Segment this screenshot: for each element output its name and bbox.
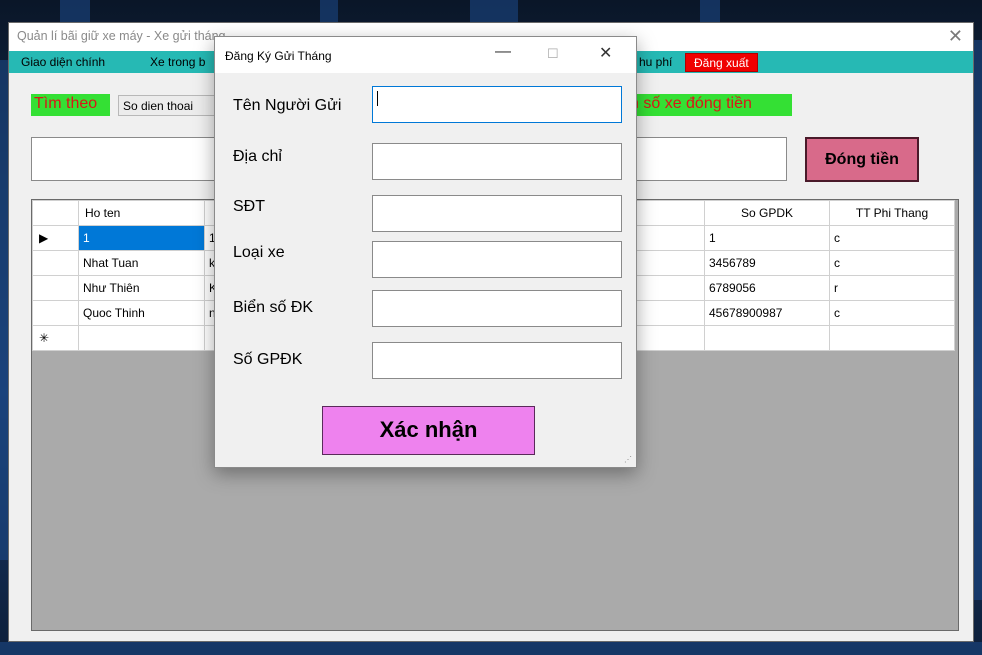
column-header-ttphithang[interactable]: TT Phi Thang <box>829 200 955 226</box>
table-cell[interactable]: Quoc Thinh <box>78 300 205 326</box>
text-caret <box>377 91 378 106</box>
table-cell[interactable]: c <box>829 225 955 251</box>
sender-name-label: Tên Người Gửi <box>233 97 342 114</box>
table-cell[interactable]: 6789056 <box>704 275 830 301</box>
paid-plates-label: n số xe đóng tiền <box>626 94 792 116</box>
table-cell[interactable]: c <box>829 250 955 276</box>
sender-name-input[interactable] <box>372 86 622 123</box>
table-cell[interactable]: 1 <box>704 225 830 251</box>
phone-label: SĐT <box>233 198 265 215</box>
row-selector[interactable] <box>32 250 79 276</box>
menu-item-parked[interactable]: Xe trong b <box>150 55 205 69</box>
plate-label: Biển số ĐK <box>233 299 314 316</box>
row-selector-icon[interactable]: ▶ <box>32 225 79 251</box>
row-selector[interactable] <box>32 300 79 326</box>
column-header-hoten[interactable]: Ho ten <box>78 200 205 226</box>
address-input[interactable] <box>372 143 622 180</box>
dialog-title-bar: Đăng Ký Gửi Tháng — ☐ ✕ <box>215 37 636 73</box>
confirm-button[interactable]: Xác nhận <box>322 406 535 455</box>
logout-button[interactable]: Đăng xuất <box>685 53 758 72</box>
main-close-icon[interactable]: ✕ <box>948 26 963 47</box>
column-header-sogpdk[interactable]: So GPDK <box>704 200 830 226</box>
close-icon[interactable]: ✕ <box>599 43 612 63</box>
pay-button[interactable]: Đóng tiền <box>805 137 919 182</box>
table-cell[interactable]: Như Thiên <box>78 275 205 301</box>
menu-item-main[interactable]: Giao diện chính <box>21 55 105 69</box>
resize-grip-icon[interactable]: ⋰ <box>624 455 632 464</box>
search-by-label: Tìm theo <box>31 94 110 116</box>
table-cell[interactable]: 45678900987 <box>704 300 830 326</box>
phone-input[interactable] <box>372 195 622 232</box>
search-field-select[interactable]: So dien thoai <box>118 95 218 116</box>
dialog-title: Đăng Ký Gửi Tháng <box>225 49 332 63</box>
table-cell[interactable] <box>78 325 205 351</box>
table-cell[interactable]: 1 <box>78 225 205 251</box>
maximize-icon[interactable]: ☐ <box>547 46 559 62</box>
table-cell[interactable]: c <box>829 300 955 326</box>
gpdk-label: Số GPĐK <box>233 351 303 368</box>
address-label: Địa chỉ <box>233 148 282 165</box>
table-cell[interactable]: Nhat Tuan <box>78 250 205 276</box>
gpdk-input[interactable] <box>372 342 622 379</box>
minimize-icon[interactable]: — <box>495 43 511 61</box>
table-cell[interactable]: 3456789 <box>704 250 830 276</box>
vehicle-type-label: Loại xe <box>233 244 285 261</box>
table-cell[interactable] <box>829 325 955 351</box>
plate-input[interactable] <box>372 290 622 327</box>
table-cell[interactable]: r <box>829 275 955 301</box>
row-header-corner <box>32 200 79 226</box>
row-selector[interactable] <box>32 275 79 301</box>
table-cell[interactable] <box>704 325 830 351</box>
vehicle-type-input[interactable] <box>372 241 622 278</box>
menu-item-fees[interactable]: hu phí <box>639 55 672 69</box>
new-row-icon[interactable]: ✳ <box>32 325 79 351</box>
register-dialog: Đăng Ký Gửi Tháng — ☐ ✕ Tên Người Gửi Đị… <box>214 36 637 468</box>
